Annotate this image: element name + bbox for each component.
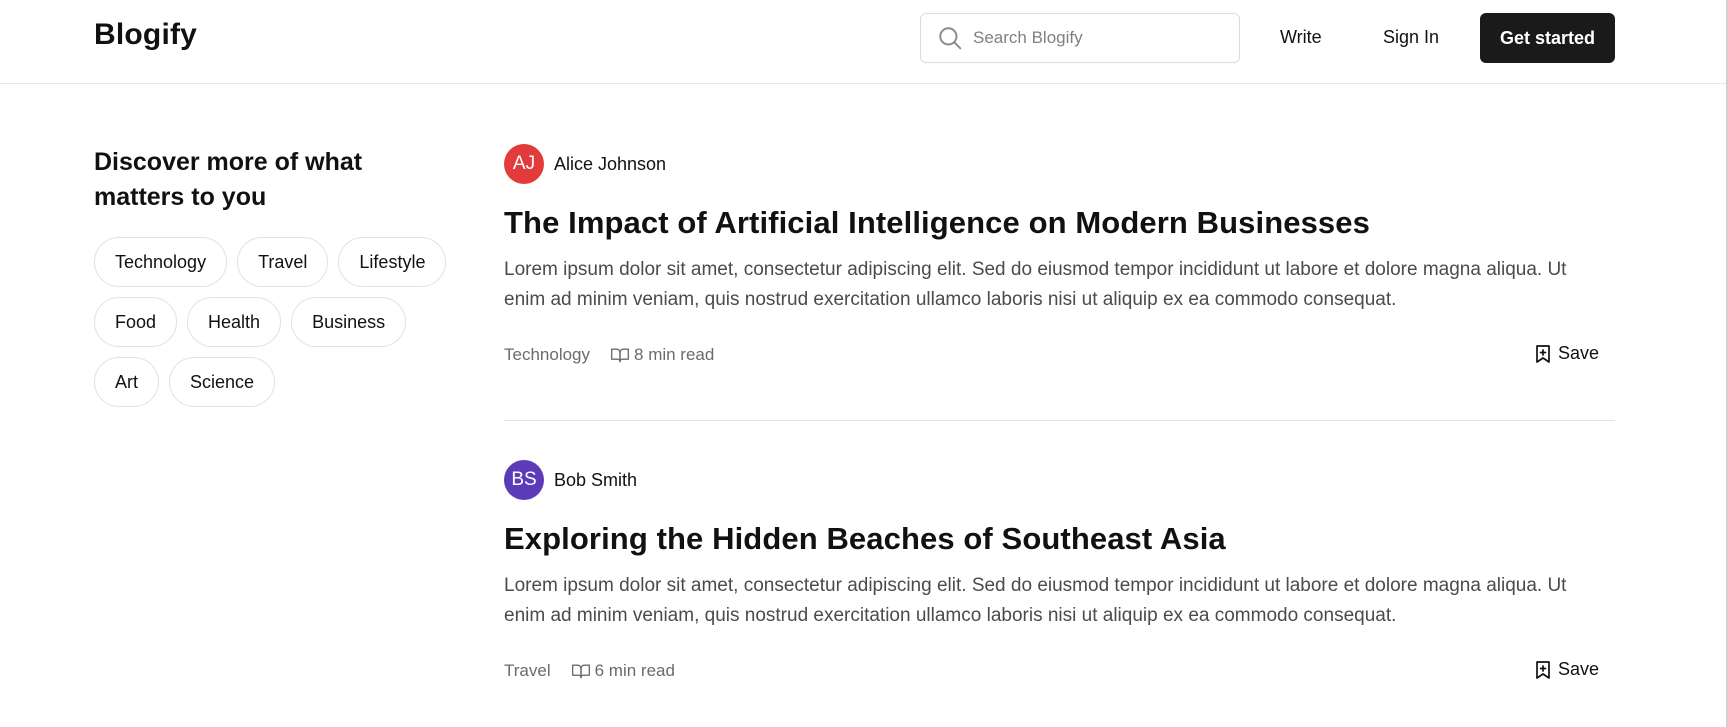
author-name[interactable]: Bob Smith: [554, 470, 637, 491]
topic-tag-science[interactable]: Science: [169, 357, 276, 407]
topic-tag-art[interactable]: Art: [94, 357, 160, 407]
article-card: AJ Alice Johnson The Impact of Artificia…: [504, 140, 1615, 420]
topic-tag-travel[interactable]: Travel: [237, 237, 329, 287]
bookmark-plus-icon: [1536, 344, 1550, 363]
article-meta: Travel 6 min read: [504, 661, 675, 681]
topic-tag-lifestyle[interactable]: Lifestyle: [338, 237, 447, 287]
sidebar-heading: Discover more of what matters to you: [94, 148, 363, 211]
article-category[interactable]: Technology: [504, 345, 590, 365]
avatar[interactable]: BS: [504, 460, 544, 500]
book-icon: [611, 348, 630, 363]
topic-tag-health[interactable]: Health: [187, 297, 282, 347]
author-name[interactable]: Alice Johnson: [554, 154, 666, 175]
site-logo[interactable]: Blogify: [94, 18, 197, 52]
topic-tag-food[interactable]: Food: [94, 297, 178, 347]
search-input[interactable]: [973, 28, 1223, 48]
author-row[interactable]: AJ Alice Johnson: [504, 144, 666, 184]
article-title[interactable]: The Impact of Artificial Intelligence on…: [504, 205, 1370, 241]
topic-tag-technology[interactable]: Technology: [94, 237, 228, 287]
search-icon: [939, 27, 962, 50]
sign-in-link[interactable]: Sign In: [1383, 27, 1439, 48]
book-icon: [571, 664, 590, 679]
topic-tag-business[interactable]: Business: [291, 297, 407, 347]
article-category[interactable]: Travel: [504, 661, 551, 681]
article-title[interactable]: Exploring the Hidden Beaches of Southeas…: [504, 521, 1226, 557]
avatar[interactable]: AJ: [504, 144, 544, 184]
write-link[interactable]: Write: [1280, 27, 1322, 48]
save-label: Save: [1557, 659, 1599, 679]
article-excerpt: Lorem ipsum dolor sit amet, consectetur …: [504, 575, 1567, 626]
get-started-button[interactable]: Get started: [1480, 13, 1615, 63]
search-box[interactable]: [920, 13, 1240, 63]
read-time: 8 min read: [634, 345, 715, 364]
author-row[interactable]: BS Bob Smith: [504, 460, 637, 500]
article-excerpt: Lorem ipsum dolor sit amet, consectetur …: [504, 259, 1567, 310]
page: Blogify Write Sign In Get started Discov…: [0, 0, 1728, 727]
bookmark-plus-icon: [1536, 660, 1550, 679]
article-feed: AJ Alice Johnson The Impact of Artificia…: [504, 140, 1615, 727]
save-button[interactable]: Save: [1534, 343, 1599, 364]
top-navbar: Blogify Write Sign In Get started: [0, 0, 1728, 84]
topic-tag-list: Technology Travel Lifestyle Food Health …: [94, 237, 474, 407]
article-card: BS Bob Smith Exploring the Hidden Beache…: [504, 420, 1615, 727]
read-time: 6 min read: [594, 661, 675, 680]
article-meta: Technology 8 min read: [504, 345, 714, 365]
topics-sidebar: Discover more of what matters to you Tec…: [94, 145, 474, 407]
save-button[interactable]: Save: [1534, 659, 1599, 680]
save-label: Save: [1557, 343, 1599, 363]
